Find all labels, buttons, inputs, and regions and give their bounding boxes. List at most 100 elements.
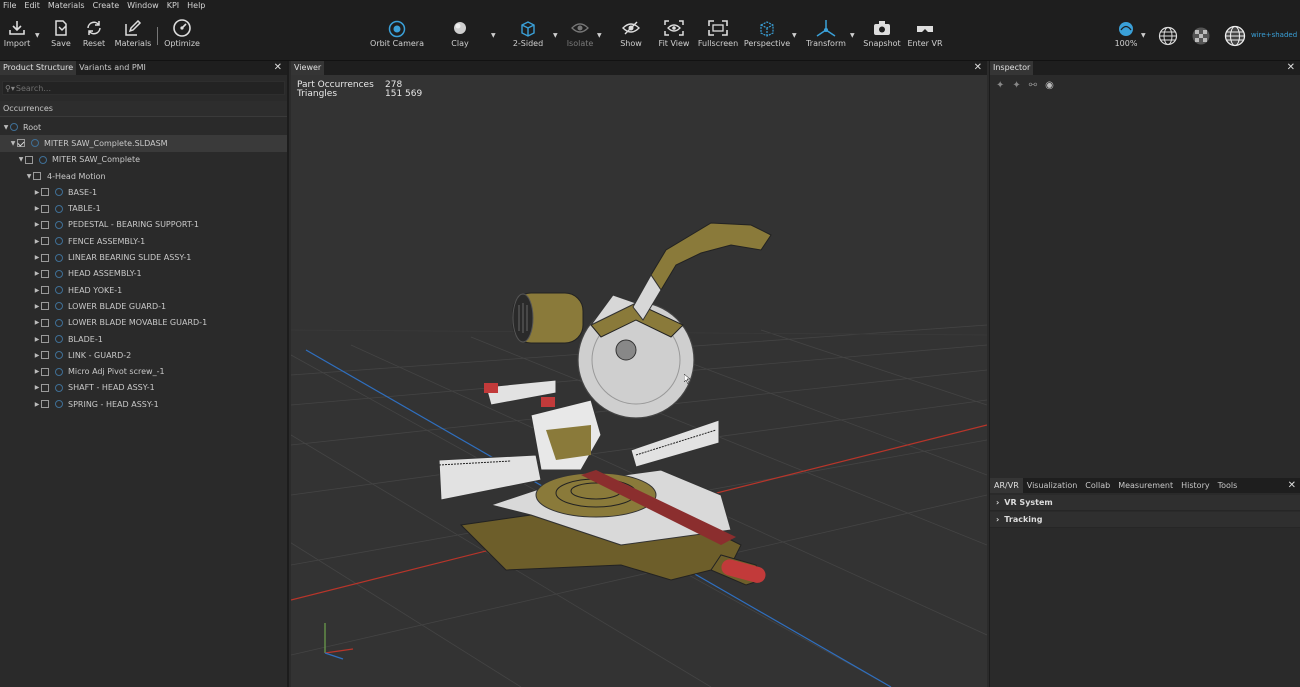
transform-dropdown-caret[interactable]: ▼ xyxy=(850,32,855,39)
tree-row[interactable]: ▶ LINK - GUARD-2 xyxy=(0,347,287,363)
expand-right-icon[interactable]: ▶ xyxy=(33,221,41,228)
section-vr-system[interactable]: › VR System xyxy=(990,495,1300,511)
miter-saw-model[interactable] xyxy=(438,222,772,586)
zoom-level-button[interactable]: 100% xyxy=(1113,12,1139,60)
tab-viewer[interactable]: Viewer xyxy=(291,61,325,75)
expand-down-icon[interactable]: ▼ xyxy=(2,124,10,131)
expand-right-icon[interactable]: ▶ xyxy=(33,270,41,277)
clay-dropdown-caret[interactable]: ▼ xyxy=(491,32,496,39)
expand-right-icon[interactable]: ▶ xyxy=(33,401,41,408)
tab-product-structure[interactable]: Product Structure xyxy=(0,61,77,75)
orbit-camera-button[interactable]: Orbit Camera xyxy=(370,12,424,60)
materials-button[interactable]: Materials xyxy=(115,12,151,60)
tree-row[interactable]: ▶ LOWER BLADE GUARD-1 xyxy=(0,298,287,314)
isolate-button[interactable]: Isolate xyxy=(566,12,594,60)
section-tracking[interactable]: › Tracking xyxy=(990,512,1300,528)
expand-right-icon[interactable]: ▶ xyxy=(33,303,41,310)
expand-right-icon[interactable]: ▶ xyxy=(33,254,41,261)
expand-down-icon[interactable]: ▼ xyxy=(9,140,17,147)
perspective-dropdown-caret[interactable]: ▼ xyxy=(792,32,797,39)
tree-row[interactable]: ▶ SPRING - HEAD ASSY-1 xyxy=(0,396,287,412)
tree-row[interactable]: ▶ LOWER BLADE MOVABLE GUARD-1 xyxy=(0,315,287,331)
expand-right-icon[interactable]: ▶ xyxy=(33,238,41,245)
transform-button[interactable]: Transform xyxy=(806,12,846,60)
tree-row[interactable]: ▶ FENCE ASSEMBLY-1 xyxy=(0,233,287,249)
visibility-checkbox[interactable] xyxy=(41,367,49,376)
link-icon[interactable]: ⚯ xyxy=(1029,80,1037,91)
perspective-button[interactable]: Perspective xyxy=(744,12,790,60)
scene-canvas[interactable] xyxy=(291,75,987,687)
wireframe-mode-button[interactable] xyxy=(1157,12,1179,60)
tree-row[interactable]: ▼ 4-Head Motion xyxy=(0,168,287,184)
zoom-dropdown-caret[interactable]: ▼ xyxy=(1141,32,1146,39)
tree-row[interactable]: ▶ Micro Adj Pivot screw_-1 xyxy=(0,363,287,379)
checker-mode-button[interactable] xyxy=(1190,12,1212,60)
tree-row[interactable]: ▼ MITER SAW_Complete.SLDASM xyxy=(0,135,287,152)
menu-help[interactable]: Help xyxy=(187,0,205,12)
visibility-checkbox[interactable] xyxy=(41,335,49,343)
visibility-checkbox[interactable] xyxy=(41,400,49,409)
tree-row[interactable]: ▶ BLADE-1 xyxy=(0,331,287,347)
close-icon[interactable]: ✕ xyxy=(274,61,282,75)
tab-ar-vr[interactable]: AR/VR xyxy=(990,478,1023,493)
expand-right-icon[interactable]: ▶ xyxy=(33,368,41,375)
expand-right-icon[interactable]: ▶ xyxy=(33,352,41,359)
clay-button[interactable]: Clay xyxy=(447,12,473,60)
visibility-checkbox[interactable] xyxy=(41,237,49,246)
add-property-icon[interactable]: ✦ xyxy=(1012,80,1020,91)
tab-inspector[interactable]: Inspector xyxy=(990,61,1034,75)
save-button[interactable]: Save xyxy=(49,12,73,60)
import-dropdown-caret[interactable]: ▼ xyxy=(35,32,40,39)
visibility-checkbox[interactable] xyxy=(25,155,33,164)
close-icon[interactable]: ✕ xyxy=(974,61,982,75)
tab-measurement[interactable]: Measurement xyxy=(1114,478,1177,493)
visibility-checkbox[interactable] xyxy=(33,172,41,181)
enter-vr-button[interactable]: Enter VR xyxy=(907,12,943,60)
fullscreen-button[interactable]: Fullscreen xyxy=(698,12,738,60)
expand-right-icon[interactable]: ▶ xyxy=(33,384,41,391)
menu-kpi[interactable]: KPI xyxy=(167,0,179,12)
tab-collab[interactable]: Collab xyxy=(1081,478,1114,493)
visibility-checkbox[interactable] xyxy=(41,318,49,327)
two-sided-button[interactable]: 2-Sided xyxy=(512,12,544,60)
snapshot-button[interactable]: Snapshot xyxy=(863,12,901,60)
expand-right-icon[interactable]: ▶ xyxy=(33,287,41,294)
isolate-dropdown-caret[interactable]: ▼ xyxy=(597,32,602,39)
optimize-button[interactable]: Optimize xyxy=(164,12,200,60)
tree-row[interactable]: ▶ HEAD ASSEMBLY-1 xyxy=(0,266,287,282)
visibility-checkbox[interactable] xyxy=(41,188,49,197)
search-input[interactable]: ⚲▾ Search... xyxy=(2,81,285,95)
expand-down-icon[interactable]: ▼ xyxy=(17,156,25,163)
visibility-checkbox[interactable] xyxy=(41,383,49,392)
tree-row[interactable]: ▼ Root xyxy=(0,119,287,135)
menu-edit[interactable]: Edit xyxy=(24,0,40,12)
tree-row[interactable]: ▶ BASE-1 xyxy=(0,184,287,200)
tree-row[interactable]: ▶ SHAFT - HEAD ASSY-1 xyxy=(0,380,287,396)
menu-materials[interactable]: Materials xyxy=(48,0,85,12)
visibility-checkbox[interactable] xyxy=(41,302,49,311)
add-component-icon[interactable]: ✦ xyxy=(996,80,1004,91)
tab-history[interactable]: History xyxy=(1177,478,1213,493)
expand-right-icon[interactable]: ▶ xyxy=(33,319,41,326)
tree-row[interactable]: ▶ LINEAR BEARING SLIDE ASSY-1 xyxy=(0,249,287,265)
tab-tools[interactable]: Tools xyxy=(1214,478,1242,493)
3d-viewport[interactable]: Part Occurrences 278 Triangles 151 569 xyxy=(291,75,987,687)
visibility-checkbox[interactable] xyxy=(41,351,49,360)
two-sided-dropdown-caret[interactable]: ▼ xyxy=(553,32,558,39)
menu-create[interactable]: Create xyxy=(93,0,120,12)
visibility-checkbox[interactable] xyxy=(41,220,49,229)
menu-window[interactable]: Window xyxy=(127,0,159,12)
tree-row[interactable]: ▼ MITER SAW_Complete xyxy=(0,152,287,168)
visibility-checkbox[interactable] xyxy=(41,286,49,295)
visibility-checkbox[interactable] xyxy=(41,269,49,278)
show-button[interactable]: Show xyxy=(618,12,644,60)
tab-variants-pmi[interactable]: Variants and PMI xyxy=(76,61,149,75)
wire-shaded-mode-button[interactable] xyxy=(1223,12,1247,60)
visibility-checkbox[interactable] xyxy=(41,204,49,213)
visibility-checkbox[interactable] xyxy=(41,253,49,262)
tree-row[interactable]: ▶ TABLE-1 xyxy=(0,200,287,216)
close-icon[interactable]: ✕ xyxy=(1288,478,1296,493)
fit-view-button[interactable]: Fit View xyxy=(658,12,690,60)
tree-row[interactable]: ▶ PEDESTAL - BEARING SUPPORT-1 xyxy=(0,217,287,233)
tree-row[interactable]: ▶ HEAD YOKE-1 xyxy=(0,282,287,298)
